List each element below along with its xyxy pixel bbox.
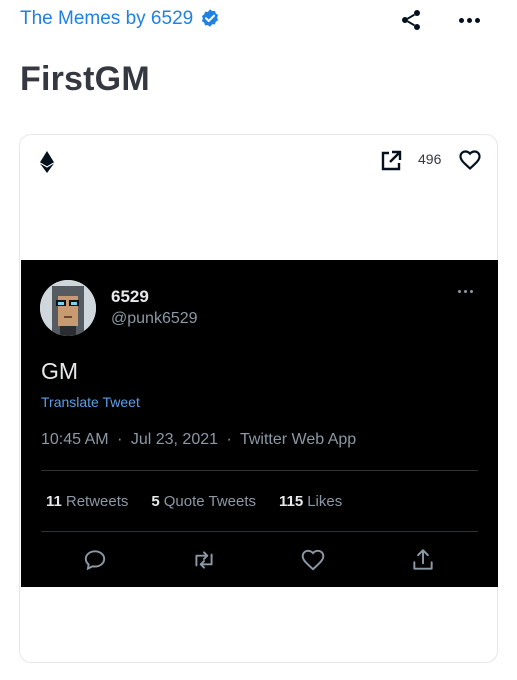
share-tweet-icon[interactable] — [410, 547, 436, 573]
heart-icon[interactable] — [458, 148, 482, 172]
reply-icon[interactable] — [82, 547, 108, 573]
divider — [41, 531, 478, 532]
favorites-count: 496 — [418, 151, 442, 167]
more-options-icon[interactable] — [456, 8, 482, 32]
punk-avatar-image — [40, 280, 96, 336]
retweet-icon[interactable] — [191, 547, 217, 573]
top-bar: The Memes by 6529 — [0, 0, 517, 40]
tweet-actions — [21, 547, 498, 573]
tweet-more-icon[interactable] — [458, 290, 473, 293]
tweet-date[interactable]: Jul 23, 2021 — [131, 431, 218, 448]
tweet-text: GM — [41, 358, 79, 384]
verified-badge-icon — [202, 9, 219, 27]
tweet-stats: 11 Retweets 5 Quote Tweets 115 Likes — [46, 493, 342, 510]
share-icon[interactable] — [398, 8, 424, 32]
likes-stat[interactable]: 115 Likes — [279, 493, 342, 510]
open-external-icon[interactable] — [379, 149, 403, 173]
translate-tweet-link[interactable]: Translate Tweet — [41, 394, 140, 410]
avatar[interactable] — [40, 280, 96, 336]
collection-name: The Memes by 6529 — [20, 8, 194, 29]
meta-separator: · — [226, 431, 232, 448]
collection-link[interactable]: The Memes by 6529 — [20, 8, 221, 30]
tweet-meta: 10:45 AM · Jul 23, 2021 · Twitter Web Ap… — [41, 431, 360, 449]
nft-media-card: 496 6529 @punk6529 GM Translate Tweet 10… — [19, 134, 498, 663]
tweet-time[interactable]: 10:45 AM — [41, 431, 109, 448]
tweet-embed: 6529 @punk6529 GM Translate Tweet 10:45 … — [21, 260, 498, 587]
tweet-author-handle[interactable]: @punk6529 — [111, 310, 198, 328]
like-icon[interactable] — [300, 547, 326, 573]
meta-separator: · — [117, 431, 123, 448]
tweet-source[interactable]: Twitter Web App — [240, 431, 356, 448]
ethereum-icon — [40, 151, 54, 173]
divider — [41, 470, 478, 471]
tweet-author-name[interactable]: 6529 — [111, 287, 149, 307]
retweets-stat[interactable]: 11 Retweets — [46, 493, 128, 510]
page-title: FirstGM — [20, 60, 150, 98]
quote-tweets-stat[interactable]: 5 Quote Tweets — [151, 493, 256, 510]
